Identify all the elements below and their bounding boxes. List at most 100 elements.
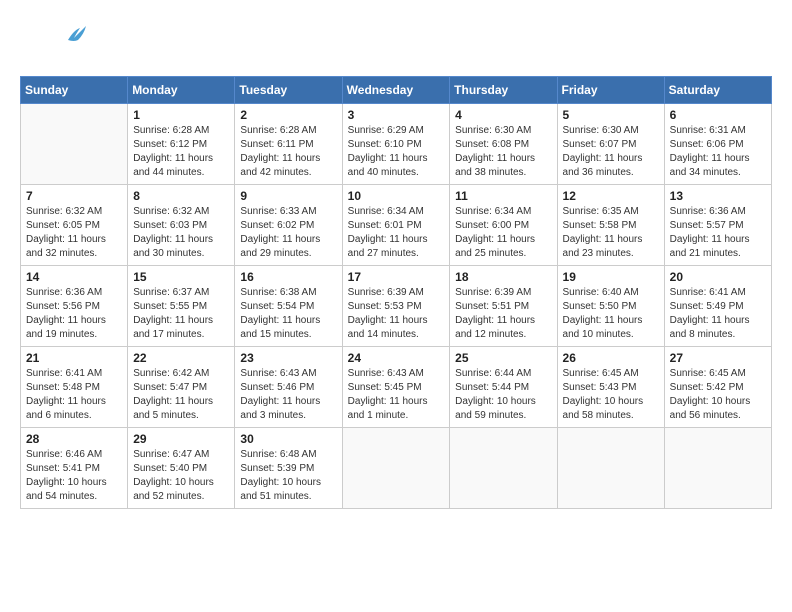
day-number: 3 [348, 108, 445, 122]
calendar-cell: 8 Sunrise: 6:32 AM Sunset: 6:03 PM Daylig… [128, 185, 235, 266]
calendar-cell: 20 Sunrise: 6:41 AM Sunset: 5:49 PM Dayli… [664, 266, 771, 347]
day-info: Sunrise: 6:45 AM Sunset: 5:42 PM Dayligh… [670, 367, 766, 423]
day-number: 25 [455, 351, 551, 365]
weekday-header: Saturday [664, 77, 771, 104]
calendar-cell: 4 Sunrise: 6:30 AM Sunset: 6:08 PM Daylig… [450, 104, 557, 185]
calendar-cell: 25 Sunrise: 6:44 AM Sunset: 5:44 PM Dayli… [450, 347, 557, 428]
logo-bird-icon [66, 22, 88, 46]
day-info: Sunrise: 6:41 AM Sunset: 5:49 PM Dayligh… [670, 286, 766, 342]
day-number: 28 [26, 432, 122, 446]
weekday-header: Tuesday [235, 77, 342, 104]
calendar-week-row: 7 Sunrise: 6:32 AM Sunset: 6:05 PM Daylig… [21, 185, 772, 266]
day-info: Sunrise: 6:39 AM Sunset: 5:51 PM Dayligh… [455, 286, 551, 342]
day-info: Sunrise: 6:32 AM Sunset: 6:03 PM Dayligh… [133, 205, 229, 261]
calendar-cell: 5Sunrise: 6:30 AM Sunset: 6:07 PM Daylig… [557, 104, 664, 185]
calendar-cell [557, 428, 664, 509]
calendar-cell: 21 Sunrise: 6:41 AM Sunset: 5:48 PM Dayli… [21, 347, 128, 428]
calendar-cell: 19 Sunrise: 6:40 AM Sunset: 5:50 PM Dayli… [557, 266, 664, 347]
day-info: Sunrise: 6:35 AM Sunset: 5:58 PM Dayligh… [563, 205, 659, 261]
calendar-week-row: 28 Sunrise: 6:46 AM Sunset: 5:41 PM Dayli… [21, 428, 772, 509]
day-number: 2 [240, 108, 336, 122]
day-number: 10 [348, 189, 445, 203]
day-info: Sunrise: 6:32 AM Sunset: 6:05 PM Dayligh… [26, 205, 122, 261]
day-info: Sunrise: 6:41 AM Sunset: 5:48 PM Dayligh… [26, 367, 122, 423]
calendar-cell: 7 Sunrise: 6:32 AM Sunset: 6:05 PM Daylig… [21, 185, 128, 266]
day-number: 23 [240, 351, 336, 365]
day-number: 26 [563, 351, 659, 365]
weekday-header: Friday [557, 77, 664, 104]
day-info: Sunrise: 6:40 AM Sunset: 5:50 PM Dayligh… [563, 286, 659, 342]
calendar-header-row: SundayMondayTuesdayWednesdayThursdayFrid… [21, 77, 772, 104]
day-info: Sunrise: 6:42 AM Sunset: 5:47 PM Dayligh… [133, 367, 229, 423]
calendar-cell: 29Sunrise: 6:47 AM Sunset: 5:40 PM Dayli… [128, 428, 235, 509]
day-number: 11 [455, 189, 551, 203]
calendar-cell: 9 Sunrise: 6:33 AM Sunset: 6:02 PM Daylig… [235, 185, 342, 266]
day-number: 29 [133, 432, 229, 446]
day-number: 7 [26, 189, 122, 203]
day-number: 9 [240, 189, 336, 203]
day-info: Sunrise: 6:31 AM Sunset: 6:06 PM Dayligh… [670, 124, 766, 180]
calendar-cell: 1 Sunrise: 6:28 AM Sunset: 6:12 PM Daylig… [128, 104, 235, 185]
day-number: 24 [348, 351, 445, 365]
calendar-cell: 26 Sunrise: 6:45 AM Sunset: 5:43 PM Dayli… [557, 347, 664, 428]
day-number: 6 [670, 108, 766, 122]
calendar-cell: 22 Sunrise: 6:42 AM Sunset: 5:47 PM Dayli… [128, 347, 235, 428]
day-info: Sunrise: 6:43 AM Sunset: 5:46 PM Dayligh… [240, 367, 336, 423]
day-number: 17 [348, 270, 445, 284]
calendar-cell [342, 428, 450, 509]
day-number: 14 [26, 270, 122, 284]
page-header [20, 20, 772, 60]
calendar-cell: 27 Sunrise: 6:45 AM Sunset: 5:42 PM Dayli… [664, 347, 771, 428]
day-number: 27 [670, 351, 766, 365]
calendar-cell [21, 104, 128, 185]
calendar-cell: 13 Sunrise: 6:36 AM Sunset: 5:57 PM Dayli… [664, 185, 771, 266]
calendar-cell: 11 Sunrise: 6:34 AM Sunset: 6:00 PM Dayli… [450, 185, 557, 266]
day-info: Sunrise: 6:28 AM Sunset: 6:11 PM Dayligh… [240, 124, 336, 180]
calendar-cell: 12Sunrise: 6:35 AM Sunset: 5:58 PM Dayli… [557, 185, 664, 266]
calendar-cell: 3 Sunrise: 6:29 AM Sunset: 6:10 PM Daylig… [342, 104, 450, 185]
day-number: 15 [133, 270, 229, 284]
day-info: Sunrise: 6:29 AM Sunset: 6:10 PM Dayligh… [348, 124, 445, 180]
day-number: 18 [455, 270, 551, 284]
calendar-cell: 23 Sunrise: 6:43 AM Sunset: 5:46 PM Dayli… [235, 347, 342, 428]
calendar-cell: 15 Sunrise: 6:37 AM Sunset: 5:55 PM Dayli… [128, 266, 235, 347]
calendar-cell [664, 428, 771, 509]
day-info: Sunrise: 6:34 AM Sunset: 6:00 PM Dayligh… [455, 205, 551, 261]
day-number: 5 [563, 108, 659, 122]
day-info: Sunrise: 6:48 AM Sunset: 5:39 PM Dayligh… [240, 448, 336, 504]
day-number: 16 [240, 270, 336, 284]
calendar-cell: 16Sunrise: 6:38 AM Sunset: 5:54 PM Dayli… [235, 266, 342, 347]
calendar-cell: 10 Sunrise: 6:34 AM Sunset: 6:01 PM Dayli… [342, 185, 450, 266]
day-info: Sunrise: 6:30 AM Sunset: 6:08 PM Dayligh… [455, 124, 551, 180]
day-info: Sunrise: 6:36 AM Sunset: 5:57 PM Dayligh… [670, 205, 766, 261]
day-number: 13 [670, 189, 766, 203]
day-info: Sunrise: 6:44 AM Sunset: 5:44 PM Dayligh… [455, 367, 551, 423]
calendar-cell: 30Sunrise: 6:48 AM Sunset: 5:39 PM Dayli… [235, 428, 342, 509]
weekday-header: Thursday [450, 77, 557, 104]
calendar-cell: 24Sunrise: 6:43 AM Sunset: 5:45 PM Dayli… [342, 347, 450, 428]
day-number: 19 [563, 270, 659, 284]
day-info: Sunrise: 6:33 AM Sunset: 6:02 PM Dayligh… [240, 205, 336, 261]
calendar-cell: 6 Sunrise: 6:31 AM Sunset: 6:06 PM Daylig… [664, 104, 771, 185]
day-info: Sunrise: 6:28 AM Sunset: 6:12 PM Dayligh… [133, 124, 229, 180]
day-number: 8 [133, 189, 229, 203]
day-number: 21 [26, 351, 122, 365]
day-info: Sunrise: 6:34 AM Sunset: 6:01 PM Dayligh… [348, 205, 445, 261]
day-number: 20 [670, 270, 766, 284]
weekday-header: Monday [128, 77, 235, 104]
calendar-table: SundayMondayTuesdayWednesdayThursdayFrid… [20, 76, 772, 509]
day-number: 22 [133, 351, 229, 365]
calendar-week-row: 21 Sunrise: 6:41 AM Sunset: 5:48 PM Dayli… [21, 347, 772, 428]
calendar-cell: 18 Sunrise: 6:39 AM Sunset: 5:51 PM Dayli… [450, 266, 557, 347]
calendar-cell: 14 Sunrise: 6:36 AM Sunset: 5:56 PM Dayli… [21, 266, 128, 347]
day-info: Sunrise: 6:36 AM Sunset: 5:56 PM Dayligh… [26, 286, 122, 342]
calendar-cell [450, 428, 557, 509]
calendar-cell: 17Sunrise: 6:39 AM Sunset: 5:53 PM Dayli… [342, 266, 450, 347]
day-info: Sunrise: 6:37 AM Sunset: 5:55 PM Dayligh… [133, 286, 229, 342]
day-info: Sunrise: 6:46 AM Sunset: 5:41 PM Dayligh… [26, 448, 122, 504]
calendar-week-row: 1 Sunrise: 6:28 AM Sunset: 6:12 PM Daylig… [21, 104, 772, 185]
calendar-cell: 28 Sunrise: 6:46 AM Sunset: 5:41 PM Dayli… [21, 428, 128, 509]
day-number: 1 [133, 108, 229, 122]
day-number: 4 [455, 108, 551, 122]
day-info: Sunrise: 6:45 AM Sunset: 5:43 PM Dayligh… [563, 367, 659, 423]
